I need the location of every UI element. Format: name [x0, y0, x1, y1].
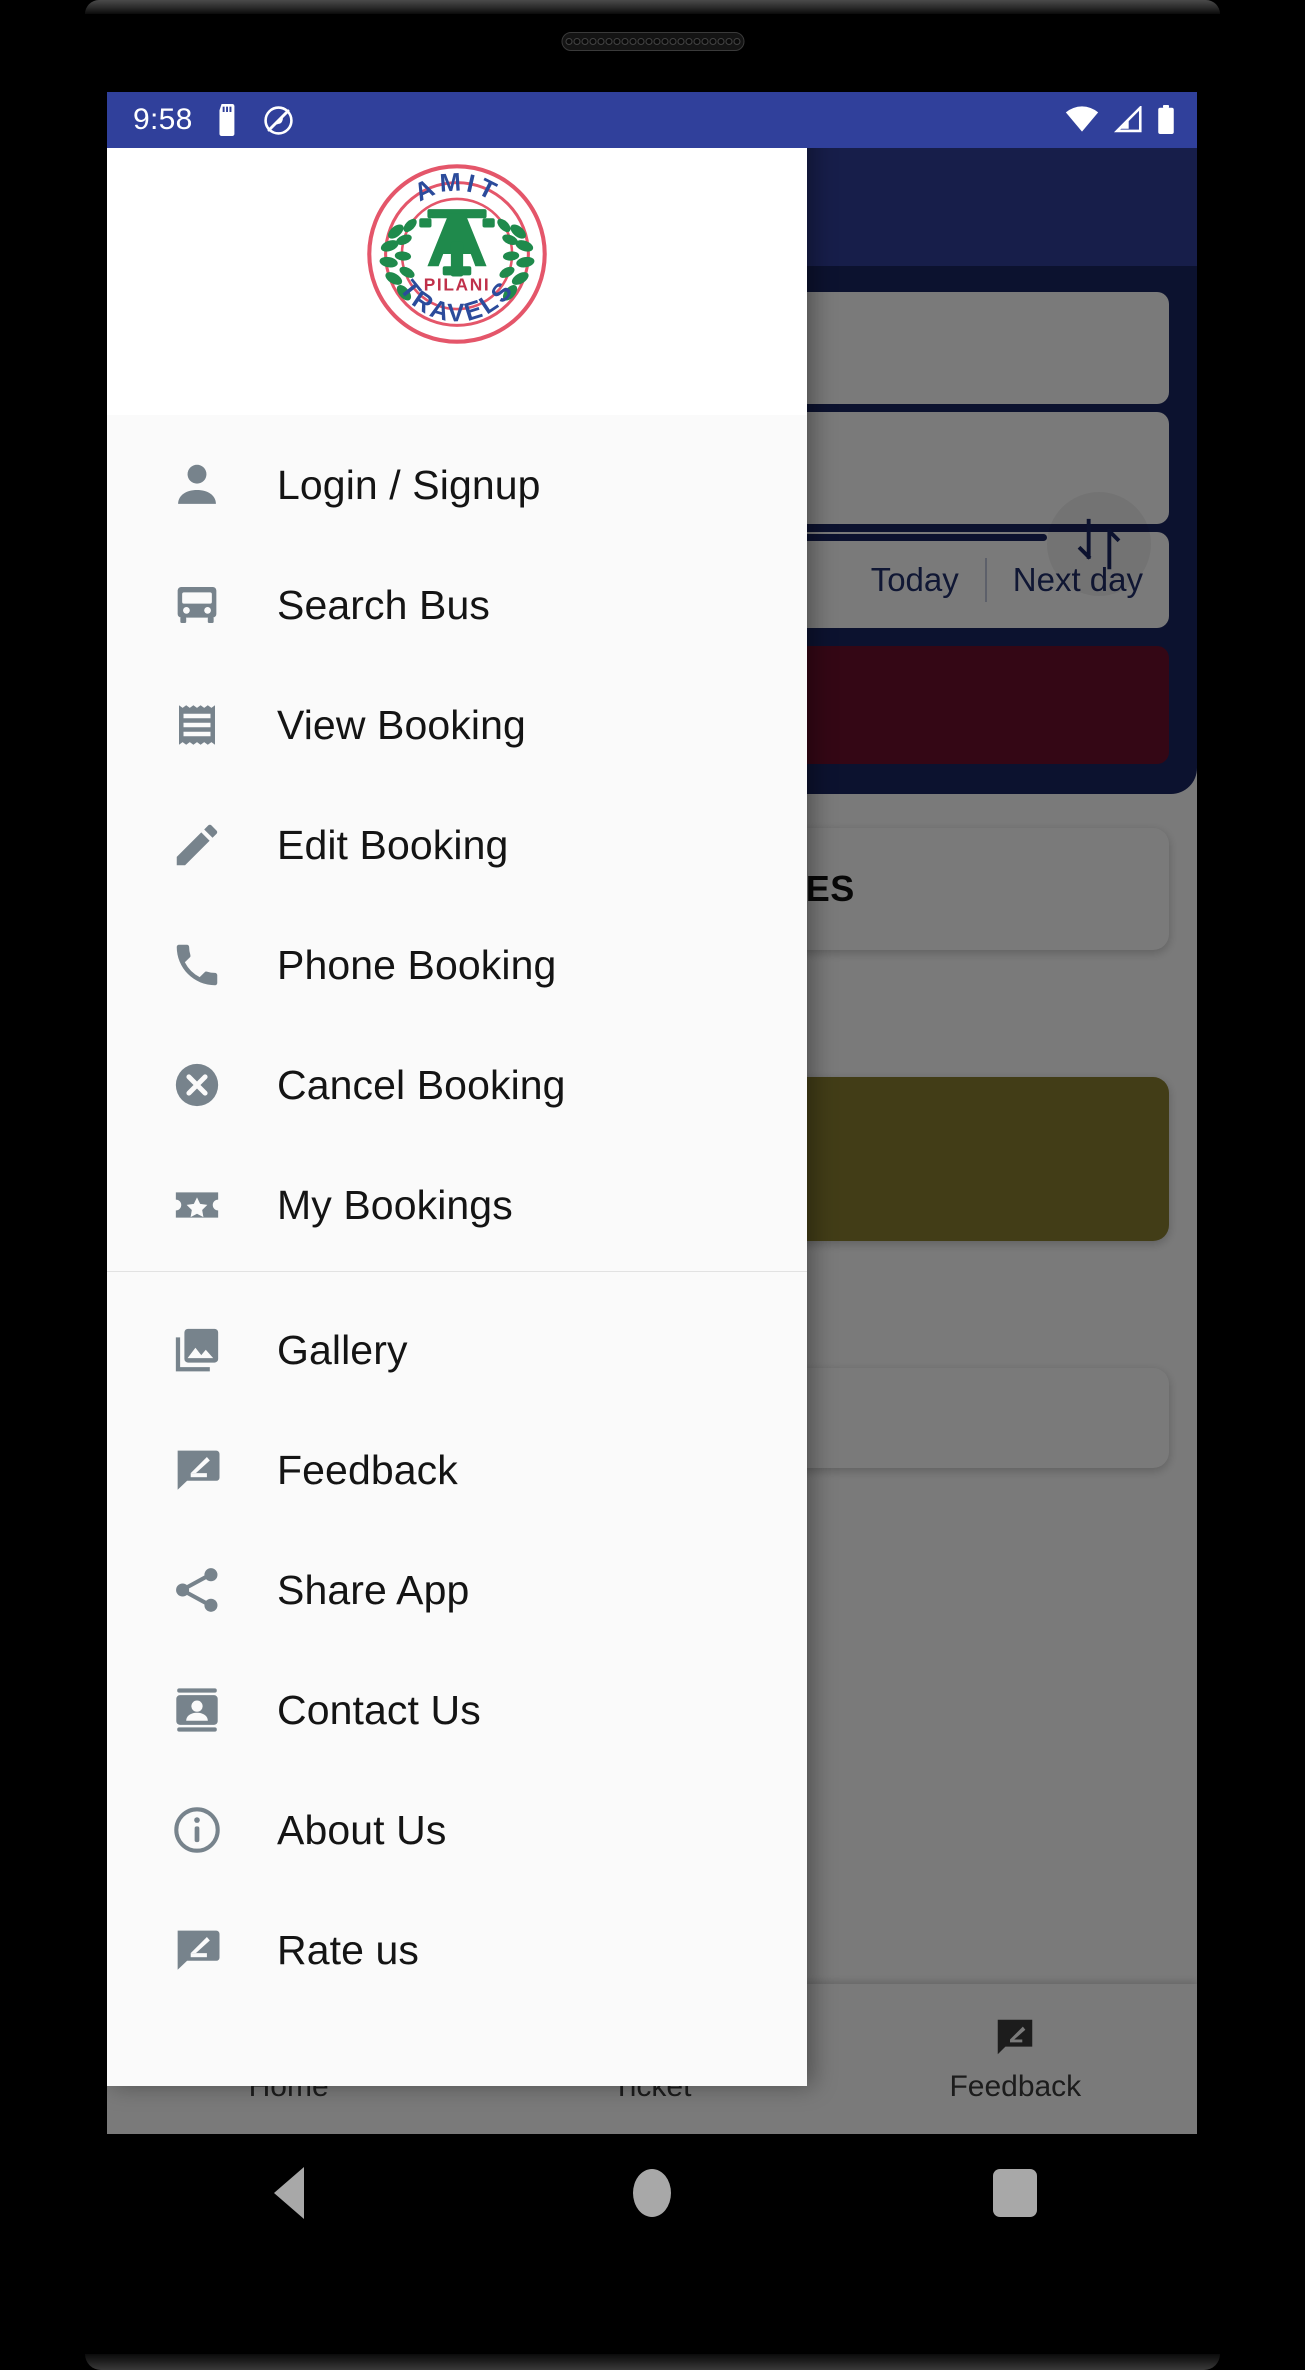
drawer-item-label: Edit Booking: [277, 821, 509, 868]
sd-card-icon: [219, 104, 234, 136]
person-icon: [169, 457, 225, 513]
recents-square-icon: [993, 2169, 1038, 2217]
drawer-item-label: Phone Booking: [277, 941, 557, 988]
drawer-item-label: Rate us: [277, 1926, 419, 1973]
drawer-item-share-app[interactable]: Share App: [107, 1530, 807, 1650]
android-navigation-bar: [107, 2134, 1197, 2252]
ticket-star-icon: [169, 1177, 225, 1233]
phone-screen: Today Next day SEARCH BUS COVID-19 GUIDE…: [107, 92, 1197, 2134]
amit-travels-logo: PILANI AMIT TRAVELS: [367, 163, 547, 344]
drawer-item-my-bookings[interactable]: My Bookings: [107, 1145, 807, 1265]
drawer-item-login-signup[interactable]: Login / Signup: [107, 425, 807, 545]
drawer-item-phone-booking[interactable]: Phone Booking: [107, 905, 807, 1025]
drawer-item-label: My Bookings: [277, 1181, 513, 1228]
info-circle-icon: [169, 1802, 225, 1858]
rate-icon: [169, 1922, 225, 1978]
cellular-signal-icon: [1113, 106, 1142, 133]
phone-icon: [169, 937, 225, 993]
drawer-item-edit-booking[interactable]: Edit Booking: [107, 785, 807, 905]
wifi-icon: [1065, 106, 1099, 132]
device-frame: Today Next day SEARCH BUS COVID-19 GUIDE…: [0, 0, 1305, 2370]
cancel-circle-icon: [169, 1057, 225, 1113]
drawer-item-contact-us[interactable]: Contact Us: [107, 1650, 807, 1770]
drawer-item-search-bus[interactable]: Search Bus: [107, 545, 807, 665]
home-circle-icon: [632, 2169, 671, 2217]
drawer-item-feedback[interactable]: Feedback: [107, 1410, 807, 1530]
battery-icon: [1158, 105, 1174, 134]
drawer-item-label: Share App: [277, 1566, 470, 1613]
drawer-item-label: Feedback: [277, 1446, 458, 1493]
svg-text:PILANI: PILANI: [424, 274, 491, 294]
feedback-icon: [169, 1442, 225, 1498]
drawer-item-label: Search Bus: [277, 581, 490, 628]
drawer-item-label: Cancel Booking: [277, 1061, 566, 1108]
device-bezel-bottom: [85, 2354, 1220, 2370]
drawer-item-label: Contact Us: [277, 1686, 481, 1733]
drawer-item-about-us[interactable]: About Us: [107, 1770, 807, 1890]
android-back-button[interactable]: [107, 2167, 470, 2219]
bus-icon: [169, 577, 225, 633]
status-bar-right: [1065, 105, 1175, 135]
android-home-button[interactable]: [470, 2169, 833, 2217]
drawer-item-view-booking[interactable]: View Booking: [107, 665, 807, 785]
contact-card-icon: [169, 1682, 225, 1738]
photo-library-icon: [169, 1322, 225, 1378]
drawer-item-label: View Booking: [277, 701, 526, 748]
earpiece-speaker-grille: [561, 32, 744, 51]
drawer-item-label: About Us: [277, 1806, 447, 1853]
status-bar-clock: 9:58: [133, 103, 193, 136]
do-not-disturb-icon: [263, 105, 293, 135]
back-triangle-icon: [273, 2167, 304, 2219]
status-bar-left: 9:58: [133, 103, 294, 137]
drawer-item-rate-us[interactable]: Rate us: [107, 1890, 807, 2010]
drawer-item-label: Login / Signup: [277, 461, 541, 508]
pencil-icon: [169, 817, 225, 873]
drawer-secondary-section: Gallery Feedback Share App Contact Us Ab…: [107, 1271, 807, 2016]
drawer-item-gallery[interactable]: Gallery: [107, 1290, 807, 1410]
drawer-item-label: Gallery: [277, 1326, 408, 1373]
status-bar: 9:58: [107, 92, 1197, 148]
share-icon: [169, 1562, 225, 1618]
receipt-icon: [169, 697, 225, 753]
drawer-item-cancel-booking[interactable]: Cancel Booking: [107, 1025, 807, 1145]
device-bezel-top: [85, 0, 1220, 14]
navigation-drawer: PILANI AMIT TRAVELS Login / Signup Searc…: [107, 92, 807, 2086]
drawer-primary-section: Login / Signup Search Bus View Booking E…: [107, 415, 807, 1271]
android-recents-button[interactable]: [834, 2169, 1197, 2217]
